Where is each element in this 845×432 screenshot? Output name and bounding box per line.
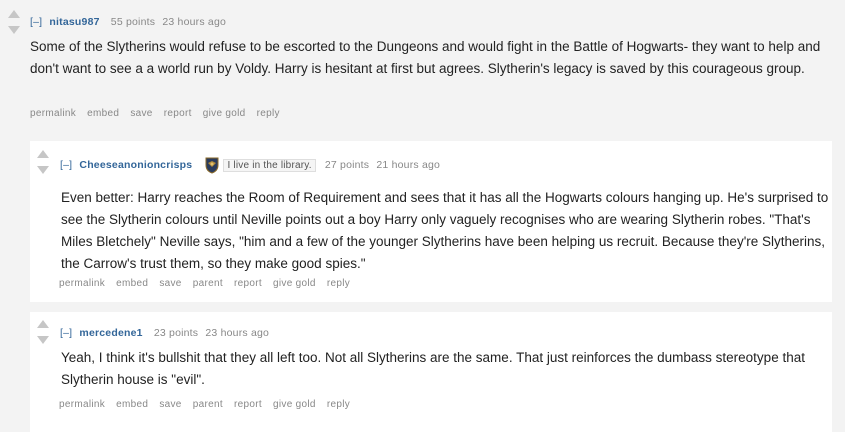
reply-button[interactable]: reply xyxy=(257,108,280,119)
downvote-arrow-icon[interactable] xyxy=(8,26,20,34)
report-button[interactable]: report xyxy=(234,399,262,410)
embed-button[interactable]: embed xyxy=(116,278,148,289)
author-link[interactable]: Cheeseanonioncrisps xyxy=(79,159,192,171)
comment-tagline: [–] nitasu987 55 points 23 hours ago xyxy=(30,16,226,28)
collapse-toggle[interactable]: [–] xyxy=(30,16,42,28)
comment-buttons: permalink embed save parent report give … xyxy=(59,278,358,289)
permalink-button[interactable]: permalink xyxy=(59,278,105,289)
downvote-arrow-icon[interactable] xyxy=(37,166,49,174)
reply-button[interactable]: reply xyxy=(327,278,350,289)
comment: [–] nitasu987 55 points 23 hours ago Som… xyxy=(0,0,845,128)
save-button[interactable]: save xyxy=(130,108,152,119)
give-gold-button[interactable]: give gold xyxy=(203,108,246,119)
comment-body: Yeah, I think it's bullshit that they al… xyxy=(61,347,821,391)
author-link[interactable]: mercedene1 xyxy=(79,327,142,339)
embed-button[interactable]: embed xyxy=(87,108,119,119)
comment-body: Even better: Harry reaches the Room of R… xyxy=(61,187,831,275)
vote-arrows xyxy=(35,150,51,174)
reply-button[interactable]: reply xyxy=(327,399,350,410)
give-gold-button[interactable]: give gold xyxy=(273,399,316,410)
comment-text: Even better: Harry reaches the Room of R… xyxy=(61,190,829,271)
vote-arrows xyxy=(35,320,51,344)
score: 27 points xyxy=(324,158,370,171)
comment-body: Some of the Slytherins would refuse to b… xyxy=(30,36,830,80)
permalink-button[interactable]: permalink xyxy=(30,108,76,119)
user-flair: I live in the library. xyxy=(223,158,316,172)
comment: [–] Cheeseanonioncrisps I live in the li… xyxy=(30,141,832,302)
save-button[interactable]: save xyxy=(159,278,181,289)
comment-tagline: [–] mercedene1 23 points 23 hours ago xyxy=(60,327,269,339)
timestamp: 23 hours ago xyxy=(205,327,270,339)
upvote-arrow-icon[interactable] xyxy=(37,150,49,158)
parent-button[interactable]: parent xyxy=(193,399,223,410)
downvote-arrow-icon[interactable] xyxy=(37,336,49,344)
upvote-arrow-icon[interactable] xyxy=(8,10,20,18)
comment-buttons: permalink embed save parent report give … xyxy=(59,399,358,410)
collapse-toggle[interactable]: [–] xyxy=(60,327,72,339)
save-button[interactable]: save xyxy=(159,399,181,410)
timestamp: 21 hours ago xyxy=(376,158,441,171)
comment: [–] mercedene1 23 points 23 hours ago Ye… xyxy=(30,312,832,432)
author-link[interactable]: nitasu987 xyxy=(49,16,99,28)
comment-buttons: permalink embed save report give gold re… xyxy=(30,108,288,119)
report-button[interactable]: report xyxy=(234,278,262,289)
collapse-toggle[interactable]: [–] xyxy=(60,159,72,171)
embed-button[interactable]: embed xyxy=(116,399,148,410)
give-gold-button[interactable]: give gold xyxy=(273,278,316,289)
permalink-button[interactable]: permalink xyxy=(59,399,105,410)
ravenclaw-crest-icon xyxy=(203,156,221,174)
parent-button[interactable]: parent xyxy=(193,278,223,289)
comment-text: Yeah, I think it's bullshit that they al… xyxy=(61,350,805,387)
comment-text: Some of the Slytherins would refuse to b… xyxy=(30,39,821,76)
score: 55 points xyxy=(110,16,156,28)
report-button[interactable]: report xyxy=(164,108,192,119)
vote-arrows xyxy=(6,10,22,34)
score: 23 points xyxy=(153,327,199,339)
comment-tagline: [–] Cheeseanonioncrisps I live in the li… xyxy=(60,156,440,174)
upvote-arrow-icon[interactable] xyxy=(37,320,49,328)
timestamp: 23 hours ago xyxy=(162,16,227,28)
